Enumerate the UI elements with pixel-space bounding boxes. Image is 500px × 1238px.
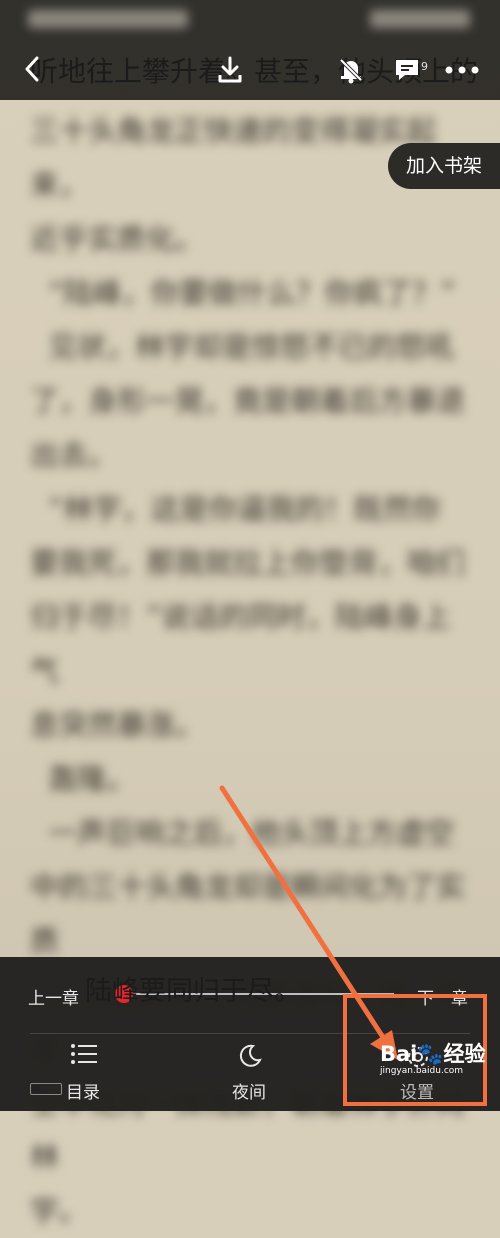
watermark-brand: Bai <box>380 1042 418 1066</box>
annotation-arrow <box>219 785 398 1060</box>
paw-icon: 🐾 <box>417 1042 444 1066</box>
watermark-url: jingyan.baidu.com <box>380 1066 464 1076</box>
watermark-text: 经验 <box>443 1042 486 1066</box>
baidu-jingyan-watermark: Bai🐾经验 jingyan.baidu.com <box>380 1038 486 1076</box>
